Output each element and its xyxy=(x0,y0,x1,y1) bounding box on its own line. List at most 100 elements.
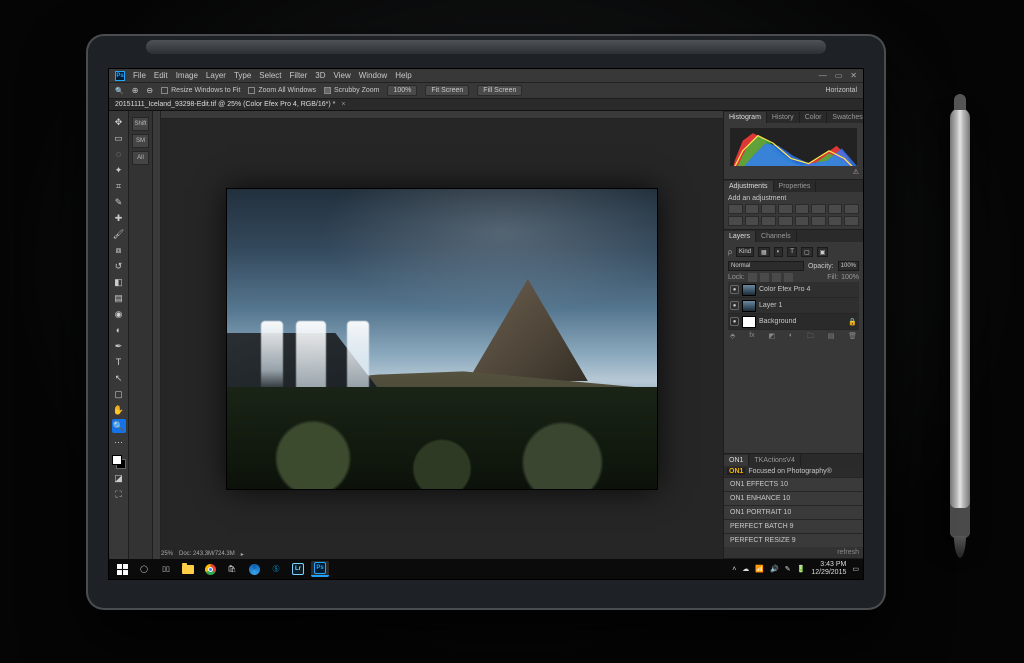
side-btn-shift[interactable]: Shift xyxy=(132,117,149,131)
taskbar-store-icon[interactable]: 🛍 xyxy=(223,561,241,577)
taskbar-chrome[interactable] xyxy=(201,561,219,577)
adj-threshold-icon[interactable] xyxy=(811,216,826,226)
adj-gradient-map-icon[interactable] xyxy=(828,216,843,226)
adj-posterize-icon[interactable] xyxy=(795,216,810,226)
blend-mode-select[interactable]: Normal xyxy=(728,261,804,271)
layer-filter-smart-icon[interactable]: ▣ xyxy=(817,247,829,257)
plugin-enhance[interactable]: ON1 ENHANCE 10 xyxy=(724,491,863,505)
document-tab-close-icon[interactable]: × xyxy=(341,101,345,108)
lock-all-icon[interactable] xyxy=(784,273,793,282)
adj-levels-icon[interactable] xyxy=(745,204,760,214)
menu-filter[interactable]: Filter xyxy=(290,71,308,80)
plugin-resize[interactable]: PERFECT RESIZE 9 xyxy=(724,533,863,547)
plugin-batch[interactable]: PERFECT BATCH 9 xyxy=(724,519,863,533)
menu-edit[interactable]: Edit xyxy=(154,71,168,80)
lock-position-icon[interactable] xyxy=(772,273,781,282)
plugin-refresh-link[interactable]: refresh xyxy=(837,549,859,556)
layer-filter-type-icon[interactable]: T xyxy=(787,247,797,257)
adj-photo-filter-icon[interactable] xyxy=(728,216,743,226)
tool-quickmask[interactable]: ◪ xyxy=(112,471,126,485)
tool-marquee[interactable]: ▭ xyxy=(112,131,126,145)
tab-tkactions[interactable]: TKActionsV4 xyxy=(749,455,800,466)
status-arrow-icon[interactable]: ▸ xyxy=(241,551,244,558)
canvas-area[interactable]: 25% Doc: 243.3M/724.3M ▸ xyxy=(153,111,723,559)
window-minimize-icon[interactable]: — xyxy=(819,71,827,80)
tool-path[interactable]: ↖ xyxy=(112,371,126,385)
layer-row-background[interactable]: ● Background 🔒 xyxy=(728,314,859,330)
adj-channel-mixer-icon[interactable] xyxy=(745,216,760,226)
tool-move[interactable]: ✥ xyxy=(112,115,126,129)
document-tab[interactable]: 20151111_Iceland_93298-Edit.tif @ 25% (C… xyxy=(109,99,863,111)
tab-layers[interactable]: Layers xyxy=(724,231,756,242)
menu-help[interactable]: Help xyxy=(395,71,411,80)
tool-lasso[interactable]: ◌ xyxy=(112,147,126,161)
layer-name[interactable]: Background xyxy=(759,318,845,325)
tab-adjustments[interactable]: Adjustments xyxy=(724,181,774,192)
layer-name[interactable]: Layer 1 xyxy=(759,302,857,309)
tray-network-icon[interactable]: 📶 xyxy=(755,565,764,573)
task-view-icon[interactable]: ▯▯ xyxy=(157,561,175,577)
layer-visibility-icon[interactable]: ● xyxy=(730,301,739,310)
opacity-value[interactable]: 100% xyxy=(838,261,859,271)
taskbar-skype-icon[interactable]: Ⓢ xyxy=(267,561,285,577)
action-center-icon[interactable]: ▭ xyxy=(852,565,859,573)
tool-hand[interactable]: ✋ xyxy=(112,403,126,417)
layer-mask-icon[interactable]: ◩ xyxy=(768,332,775,343)
adj-exposure-icon[interactable] xyxy=(778,204,793,214)
start-button[interactable] xyxy=(113,561,131,577)
tool-eraser[interactable]: ◧ xyxy=(112,275,126,289)
adj-curves-icon[interactable] xyxy=(761,204,776,214)
menu-type[interactable]: Type xyxy=(234,71,251,80)
layer-visibility-icon[interactable]: ● xyxy=(730,285,739,294)
tab-properties[interactable]: Properties xyxy=(774,181,817,192)
tray-battery-icon[interactable]: 🔋 xyxy=(797,565,806,573)
tray-overflow-icon[interactable]: ˄ xyxy=(732,566,736,573)
menu-select[interactable]: Select xyxy=(259,71,281,80)
layer-filter-shape-icon[interactable]: ▢ xyxy=(801,247,813,257)
menu-3d[interactable]: 3D xyxy=(315,71,325,80)
menu-layer[interactable]: Layer xyxy=(206,71,226,80)
tool-more[interactable]: ⋯ xyxy=(112,435,126,449)
zoom-tool-icon[interactable]: 🔍 xyxy=(115,87,124,95)
window-close-icon[interactable]: ✕ xyxy=(850,71,857,80)
layer-fx-icon[interactable]: fx xyxy=(749,332,754,343)
zoom-all-checkbox[interactable] xyxy=(248,87,255,94)
tool-text[interactable]: T xyxy=(112,355,126,369)
link-layers-icon[interactable]: ⬘ xyxy=(730,332,735,343)
taskbar-file-explorer[interactable] xyxy=(179,561,197,577)
resize-windows-checkbox[interactable] xyxy=(161,87,168,94)
delete-layer-icon[interactable]: 🗑 xyxy=(848,332,857,343)
layer-row[interactable]: ● Layer 1 xyxy=(728,298,859,314)
lock-pixels-icon[interactable] xyxy=(760,273,769,282)
tool-brush[interactable]: 🖌 xyxy=(112,227,126,241)
plugin-portrait[interactable]: ON1 PORTRAIT 10 xyxy=(724,505,863,519)
adj-color-lookup-icon[interactable] xyxy=(761,216,776,226)
menu-view[interactable]: View xyxy=(334,71,351,80)
window-maximize-icon[interactable]: ▭ xyxy=(835,71,843,80)
scrubby-zoom-checkbox[interactable] xyxy=(324,87,331,94)
layer-visibility-icon[interactable]: ● xyxy=(730,317,739,326)
adj-vibrance-icon[interactable] xyxy=(795,204,810,214)
adj-brightness-icon[interactable] xyxy=(728,204,743,214)
foreground-color-swatch[interactable] xyxy=(112,455,122,465)
taskbar-lightroom[interactable]: Lr xyxy=(289,561,307,577)
fill-screen-button[interactable]: Fill Screen xyxy=(477,85,522,96)
taskbar-photoshop[interactable]: Ps xyxy=(311,561,329,577)
tool-eyedropper[interactable]: ✎ xyxy=(112,195,126,209)
new-layer-icon[interactable]: ▤ xyxy=(828,332,835,343)
new-adjustment-icon[interactable]: ◐ xyxy=(789,332,793,343)
menu-image[interactable]: Image xyxy=(176,71,198,80)
tool-crop[interactable]: ⌗ xyxy=(112,179,126,193)
cortana-search-icon[interactable]: ◯ xyxy=(135,561,153,577)
tab-color[interactable]: Color xyxy=(800,112,828,123)
layer-row[interactable]: ● Color Efex Pro 4 xyxy=(728,282,859,298)
fit-screen-button[interactable]: Fit Screen xyxy=(425,85,469,96)
tool-stamp[interactable]: ⧇ xyxy=(112,243,126,257)
adj-hue-icon[interactable] xyxy=(811,204,826,214)
document-canvas[interactable] xyxy=(227,189,657,489)
tab-history[interactable]: History xyxy=(767,112,800,123)
tool-wand[interactable]: ✦ xyxy=(112,163,126,177)
tool-screenmode[interactable]: ⛶ xyxy=(112,487,126,501)
adj-colorbalance-icon[interactable] xyxy=(828,204,843,214)
adj-bw-icon[interactable] xyxy=(844,204,859,214)
